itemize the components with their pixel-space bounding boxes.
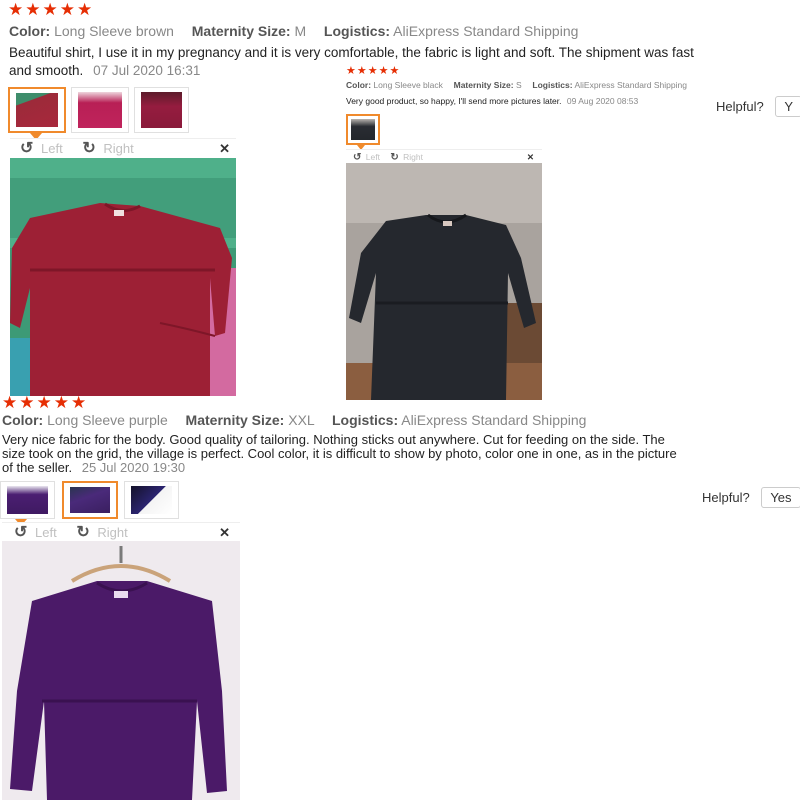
review-3-attributes: Color: Long Sleeve purple Maternity Size… (2, 412, 586, 428)
helpful-yes-button[interactable]: Yes (761, 487, 800, 508)
review-1-rating-stars: ★★★★★ (8, 0, 95, 19)
color-value: Long Sleeve brown (54, 23, 174, 39)
review-2-rating-stars: ★★★★★ (346, 65, 401, 77)
helpful-yes-button[interactable]: Y (775, 96, 800, 117)
rotate-left-icon[interactable]: ↺ (20, 140, 33, 157)
logistics-key: Logistics: (532, 80, 573, 90)
review-2-shirt-image (346, 163, 542, 400)
color-key: Color: (2, 412, 44, 428)
rotate-right-label[interactable]: Right (403, 152, 423, 162)
review-3-text-line2: size took on the grid, the village is pe… (2, 446, 677, 461)
review-1-thumbnail-2[interactable] (71, 87, 129, 133)
rotate-left-label[interactable]: Left (41, 141, 63, 156)
size-key: Maternity Size: (453, 80, 514, 90)
size-value: M (294, 23, 307, 39)
review-1-thumbnail-3[interactable] (134, 87, 189, 133)
close-icon[interactable]: ✕ (219, 139, 230, 159)
review-3-image-toolbar: ↺ Left ↻ Right ✕ (2, 522, 240, 542)
rotate-left-icon[interactable]: ↺ (353, 152, 361, 163)
review-2-photo (346, 163, 542, 400)
rotate-right-icon[interactable]: ↻ (82, 140, 95, 157)
rotate-right-label[interactable]: Right (97, 525, 127, 540)
helpful-label: Helpful? (716, 99, 764, 114)
review-1-photo (10, 158, 236, 396)
close-icon[interactable]: ✕ (219, 523, 230, 542)
size-key: Maternity Size: (191, 23, 291, 39)
review-1-date: 07 Jul 2020 16:31 (93, 63, 201, 78)
review-1-image-toolbar: ↺ Left ↻ Right ✕ (10, 138, 236, 159)
rotate-left-label[interactable]: Left (366, 152, 380, 162)
logistics-value: AliExpress Standard Shipping (574, 80, 687, 90)
review-2-thumbnail-1[interactable] (346, 114, 380, 145)
review-3-shirt-image (2, 541, 240, 800)
review-1-text-line2: and smooth. 07 Jul 2020 16:31 (9, 63, 200, 78)
review-3-photo (2, 541, 240, 800)
review-2-attributes: Color: Long Sleeve black Maternity Size:… (346, 80, 687, 90)
review-2-comment: Very good product, so happy, I'll send m… (346, 96, 562, 106)
review-3-date: 25 Jul 2020 19:30 (81, 460, 186, 475)
close-icon[interactable]: ✕ (527, 150, 534, 164)
review-3-rating-stars: ★★★★★ (2, 393, 89, 412)
color-key: Color: (9, 23, 51, 39)
review-2-image-toolbar: ↺ Left ↻ Right ✕ (346, 149, 542, 164)
size-value: XXL (288, 412, 315, 428)
color-key: Color: (346, 80, 372, 90)
color-value: Long Sleeve black (373, 80, 443, 90)
review-3-thumbnail-2[interactable] (62, 481, 118, 519)
helpful-label: Helpful? (702, 490, 750, 505)
review-2-helpful: Helpful? Y (716, 96, 800, 117)
rotate-left-icon[interactable]: ↺ (14, 524, 27, 541)
rotate-right-label[interactable]: Right (103, 141, 133, 156)
review-3-text-end: of the seller. (2, 460, 73, 475)
review-1-shirt-image (10, 158, 236, 396)
review-1-text-end: and smooth. (9, 63, 84, 78)
logistics-value: AliExpress Standard Shipping (393, 23, 579, 39)
review-1-attributes: Color: Long Sleeve brown Maternity Size:… (9, 23, 578, 39)
review-3-text-line1: Very nice fabric for the body. Good qual… (2, 432, 665, 447)
rotate-left-label[interactable]: Left (35, 525, 57, 540)
review-2-date: 09 Aug 2020 08:53 (566, 96, 639, 106)
review-1-text-line1: Beautiful shirt, I use it in my pregnanc… (9, 45, 694, 60)
review-3-helpful: Helpful? Yes (702, 487, 800, 508)
size-value: S (516, 80, 522, 90)
color-value: Long Sleeve purple (47, 412, 168, 428)
size-key: Maternity Size: (185, 412, 285, 428)
logistics-key: Logistics: (331, 412, 399, 428)
logistics-key: Logistics: (323, 23, 391, 39)
review-2-text: Very good product, so happy, I'll send m… (346, 96, 638, 106)
logistics-value: AliExpress Standard Shipping (401, 412, 587, 428)
review-3-text-line3: of the seller. 25 Jul 2020 19:30 (2, 460, 185, 475)
review-1-thumbnail-1[interactable] (8, 87, 66, 133)
rotate-right-icon[interactable]: ↻ (76, 524, 89, 541)
rotate-right-icon[interactable]: ↻ (390, 152, 398, 163)
review-3-thumbnail-3[interactable] (124, 481, 179, 519)
review-3-thumbnail-1[interactable] (0, 481, 55, 519)
